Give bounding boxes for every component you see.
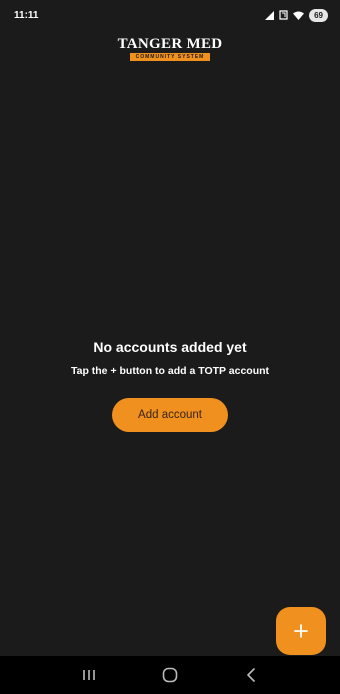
logo-subtitle: COMMUNITY SYSTEM <box>129 53 211 61</box>
app-logo: TANGER MED COMMUNITY SYSTEM <box>0 36 340 61</box>
home-button[interactable] <box>150 660 190 690</box>
app-screen: 11:11 69 TANGER MED COMMUNITY SYSTEM No … <box>0 0 340 694</box>
navigation-bar <box>0 656 340 694</box>
add-account-button[interactable]: Add account <box>112 398 228 432</box>
recent-apps-button[interactable] <box>69 660 109 690</box>
back-button[interactable] <box>231 660 271 690</box>
home-icon <box>162 667 178 683</box>
empty-state: No accounts added yet Tap the + button t… <box>0 338 340 432</box>
wifi-icon <box>293 11 305 20</box>
add-fab-button[interactable] <box>276 607 326 655</box>
status-time: 11:11 <box>14 9 39 21</box>
empty-state-title: No accounts added yet <box>93 339 247 355</box>
status-bar: 11:11 69 <box>0 0 340 30</box>
empty-state-subtitle: Tap the + button to add a TOTP account <box>70 365 270 377</box>
status-icons: 69 <box>265 8 328 22</box>
recent-apps-icon <box>82 668 96 682</box>
logo-title: TANGER MED <box>117 36 223 52</box>
back-icon <box>245 668 257 682</box>
signal-icon <box>265 10 275 20</box>
plus-icon <box>294 624 308 638</box>
battery-indicator: 69 <box>309 8 328 22</box>
nfc-icon <box>279 10 288 20</box>
